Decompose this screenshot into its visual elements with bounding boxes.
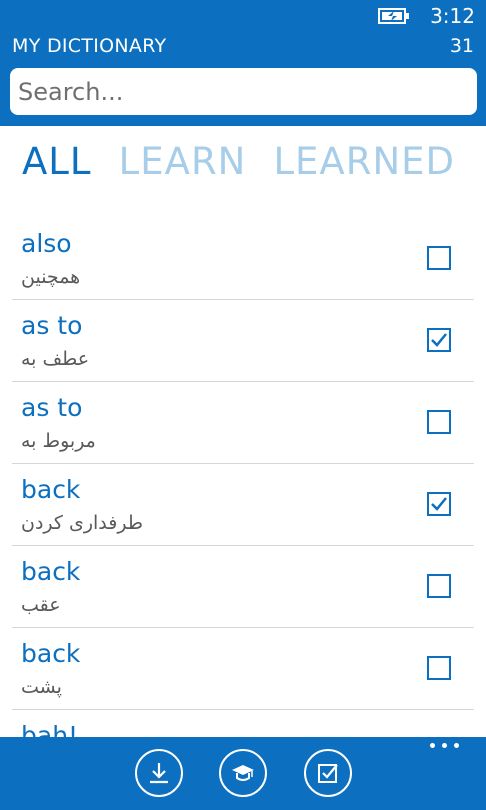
list-item[interactable]: as to عطف به [12, 300, 474, 382]
meaning-text: پشت [21, 676, 62, 698]
meaning-text: همچنین [21, 266, 81, 288]
checklist-icon [318, 764, 338, 783]
word-text: back [21, 639, 81, 668]
word-count: 31 [449, 35, 474, 57]
word-text: as to [21, 311, 83, 340]
filter-tabs: ALL LEARN LEARNED [22, 140, 477, 190]
meaning-text: طرفداری کردن [21, 512, 143, 534]
list-item[interactable]: also همچنین [12, 218, 474, 300]
word-list[interactable]: also همچنین as to عطف به as to مربوط به … [0, 218, 486, 737]
list-item[interactable]: bah! [12, 710, 474, 737]
download-button[interactable] [135, 749, 183, 797]
battery-charging-icon [378, 7, 412, 25]
download-icon [150, 763, 168, 784]
app-bar [0, 737, 486, 810]
list-item[interactable]: back پشت [12, 628, 474, 710]
status-bar: 3:12 [0, 0, 486, 32]
meaning-text: مربوط به [21, 430, 96, 452]
learned-checkbox[interactable] [427, 246, 451, 270]
more-options-icon[interactable] [430, 743, 460, 753]
learned-checkbox[interactable] [427, 328, 451, 352]
list-item[interactable]: as to مربوط به [12, 382, 474, 464]
learned-checkbox[interactable] [427, 656, 451, 680]
word-text: as to [21, 393, 83, 422]
checkmark-icon [431, 333, 447, 347]
learned-checkbox[interactable] [427, 492, 451, 516]
meaning-text: عطف به [21, 348, 90, 370]
learn-button[interactable] [219, 749, 267, 797]
list-item[interactable]: back عقب [12, 546, 474, 628]
tab-all[interactable]: ALL [22, 140, 92, 183]
checkmark-icon [431, 497, 447, 511]
learned-checkbox[interactable] [427, 574, 451, 598]
graduation-cap-icon [232, 765, 254, 781]
word-text: back [21, 475, 81, 504]
meaning-text: عقب [21, 594, 61, 616]
tab-learn[interactable]: LEARN [119, 140, 247, 183]
app-title: MY DICTIONARY [12, 35, 167, 57]
word-text: back [21, 557, 81, 586]
learned-checkbox[interactable] [427, 410, 451, 434]
mark-learned-button[interactable] [304, 749, 352, 797]
word-text: bah! [21, 721, 79, 737]
list-item[interactable]: back طرفداری کردن [12, 464, 474, 546]
header-bar: 3:12 MY DICTIONARY 31 [0, 0, 486, 126]
word-text: also [21, 229, 72, 258]
search-input[interactable] [10, 68, 477, 115]
clock: 3:12 [430, 4, 475, 28]
tab-learned[interactable]: LEARNED [273, 140, 455, 183]
